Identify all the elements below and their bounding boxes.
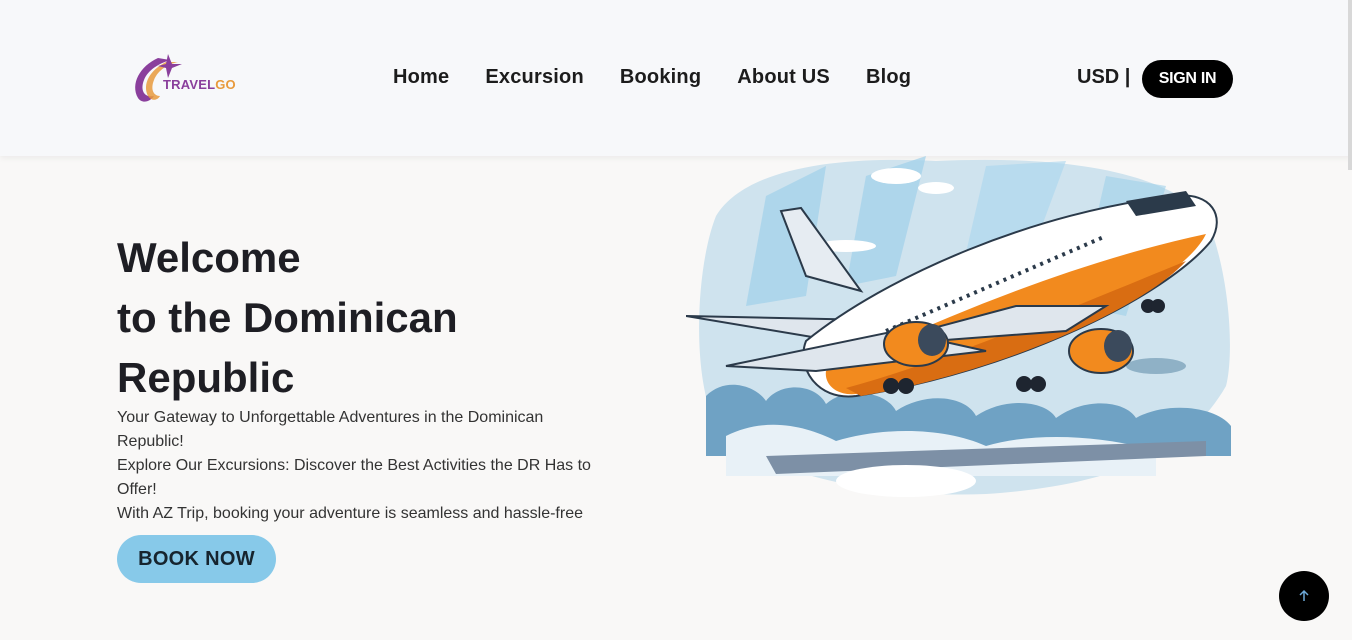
hero-desc-line: Republic! xyxy=(117,433,184,450)
page-scrollbar[interactable] xyxy=(1348,0,1352,170)
book-now-button[interactable]: BOOK NOW xyxy=(117,535,276,583)
hero-desc-line: Your Gateway to Unforgettable Adventures… xyxy=(117,409,544,426)
arrow-up-icon xyxy=(1299,589,1309,601)
hero-title-line: Republic xyxy=(117,354,295,401)
hero-title-line: to the Dominican xyxy=(117,294,458,341)
hero-title: Welcome to the Dominican Republic xyxy=(117,228,458,408)
main-nav: Home Excursion Booking About US Blog xyxy=(393,66,911,89)
hero-desc-line: Offer! xyxy=(117,481,157,498)
logo-wordmark: TRAVELGO xyxy=(163,77,236,92)
nav-booking[interactable]: Booking xyxy=(620,66,701,89)
nav-about-us[interactable]: About US xyxy=(737,66,830,89)
hero-description: Your Gateway to Unforgettable Adventures… xyxy=(117,406,657,526)
hero-title-line: Welcome xyxy=(117,234,301,281)
site-header: TRAVELGO Home Excursion Booking About US… xyxy=(0,0,1352,156)
back-to-top-button[interactable] xyxy=(1279,571,1329,621)
nav-blog[interactable]: Blog xyxy=(866,66,911,89)
sign-in-button[interactable]: SIGN IN xyxy=(1142,60,1233,98)
nav-excursion[interactable]: Excursion xyxy=(485,66,584,89)
travelgo-logo[interactable]: TRAVELGO xyxy=(128,50,238,106)
hero-desc-line: With AZ Trip, booking your adventure is … xyxy=(117,505,583,522)
hero-desc-line: Explore Our Excursions: Discover the Bes… xyxy=(117,457,591,474)
nav-home[interactable]: Home xyxy=(393,66,449,89)
airplane-illustration xyxy=(686,156,1231,497)
currency-selector[interactable]: USD | xyxy=(1077,66,1130,89)
